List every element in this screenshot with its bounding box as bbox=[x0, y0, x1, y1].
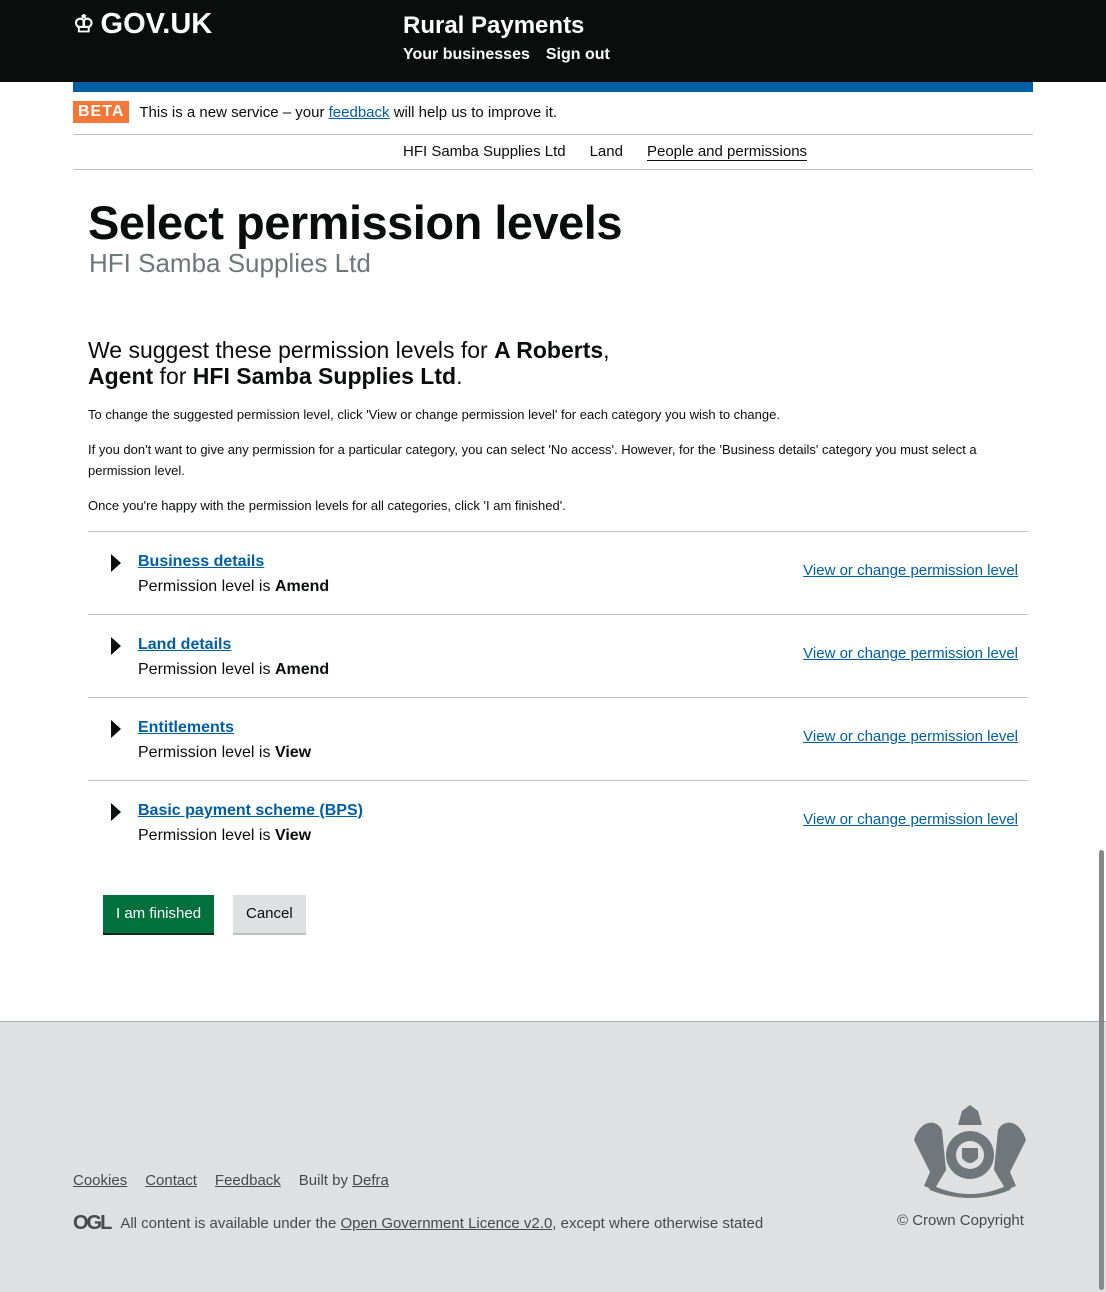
govuk-logo[interactable]: ♔ GOV.UK bbox=[73, 8, 212, 41]
nav-your-businesses[interactable]: Your businesses bbox=[403, 46, 530, 64]
finish-button[interactable]: I am finished bbox=[103, 895, 215, 933]
footer-cookies-link[interactable]: Cookies bbox=[73, 1172, 127, 1189]
royal-coat-of-arms-icon bbox=[914, 1105, 1026, 1198]
permission-level: Permission level is View bbox=[138, 827, 312, 844]
footer-links: Cookies Contact Feedback Built by Defra bbox=[73, 1172, 389, 1189]
category-link[interactable]: Entitlements bbox=[138, 719, 234, 737]
change-permission-link[interactable]: View or change permission level bbox=[803, 811, 1018, 828]
licence-text-after: , except where otherwise stated bbox=[552, 1215, 764, 1232]
crown-copyright[interactable]: © Crown Copyright bbox=[897, 1212, 1024, 1229]
feedback-link[interactable]: feedback bbox=[329, 104, 390, 121]
category-link[interactable]: Basic payment scheme (BPS) bbox=[138, 802, 363, 820]
intro-heading: We suggest these permission levels for A… bbox=[88, 337, 610, 389]
page-title: Select permission levels bbox=[88, 196, 623, 249]
cancel-button[interactable]: Cancel bbox=[233, 895, 306, 933]
nav-sign-out[interactable]: Sign out bbox=[546, 46, 610, 64]
expand-triangle-icon[interactable] bbox=[111, 803, 121, 821]
permission-level: Permission level is Amend bbox=[138, 661, 330, 678]
header-nav: Your businesses Sign out bbox=[403, 46, 610, 64]
defra-link[interactable]: Defra bbox=[352, 1172, 389, 1189]
licence-text: All content is available under the bbox=[120, 1215, 337, 1232]
page-caption: HFI Samba Supplies Ltd bbox=[89, 248, 371, 278]
permission-row: Basic payment scheme (BPS) Permission lev… bbox=[88, 781, 1028, 864]
permission-row: Business details Permission level is Amen… bbox=[88, 532, 1028, 615]
scrollbar[interactable] bbox=[1099, 850, 1104, 1290]
service-name[interactable]: Rural Payments bbox=[403, 12, 584, 40]
subnav-land[interactable]: Land bbox=[590, 143, 623, 161]
instruction-2: If you don't want to give any permission… bbox=[88, 442, 977, 478]
site-footer: Cookies Contact Feedback Built by Defra … bbox=[0, 1021, 1106, 1292]
built-by-text: Built by bbox=[298, 1172, 348, 1189]
beta-text-after: will help us to improve it. bbox=[393, 103, 558, 121]
expand-triangle-icon[interactable] bbox=[111, 637, 121, 655]
category-link[interactable]: Land details bbox=[138, 636, 231, 654]
change-permission-link[interactable]: View or change permission level bbox=[803, 562, 1018, 579]
ogl-logo: OGL bbox=[73, 1212, 112, 1234]
expand-triangle-icon[interactable] bbox=[111, 554, 121, 572]
crown-icon: ♔ bbox=[73, 11, 95, 38]
expand-triangle-icon[interactable] bbox=[111, 720, 121, 738]
footer-contact-link[interactable]: Contact bbox=[145, 1172, 197, 1189]
ogl-link[interactable]: Open Government Licence v2.0 bbox=[341, 1215, 553, 1232]
permission-row: Entitlements Permission level is View View… bbox=[88, 698, 1028, 781]
licence: OGL All content is available under the O… bbox=[73, 1212, 763, 1235]
beta-tag: BETA bbox=[73, 101, 130, 123]
beta-text: This is a new service – your bbox=[139, 103, 325, 121]
sub-navigation: HFI Samba Supplies Ltd Land People and p… bbox=[73, 134, 1033, 170]
subnav-people-permissions[interactable]: People and permissions bbox=[646, 143, 808, 161]
subnav-business[interactable]: HFI Samba Supplies Ltd bbox=[403, 143, 566, 161]
category-link[interactable]: Business details bbox=[138, 553, 264, 571]
site-header: ♔ GOV.UK Rural Payments Your businesses S… bbox=[0, 0, 1106, 82]
footer-feedback-link[interactable]: Feedback bbox=[215, 1172, 281, 1189]
permission-list: Business details Permission level is Amen… bbox=[88, 531, 1028, 864]
header-blue-bar bbox=[73, 82, 1033, 92]
instruction-1: To change the suggested permission level… bbox=[88, 407, 780, 422]
permission-level: Permission level is View bbox=[138, 744, 312, 761]
permission-level: Permission level is Amend bbox=[138, 578, 330, 595]
change-permission-link[interactable]: View or change permission level bbox=[803, 728, 1018, 745]
beta-banner: BETA This is a new service – your feedba… bbox=[73, 101, 557, 123]
change-permission-link[interactable]: View or change permission level bbox=[803, 645, 1018, 662]
permission-row: Land details Permission level is Amend Vie… bbox=[88, 615, 1028, 698]
instruction-3: Once you're happy with the permission le… bbox=[88, 498, 566, 513]
